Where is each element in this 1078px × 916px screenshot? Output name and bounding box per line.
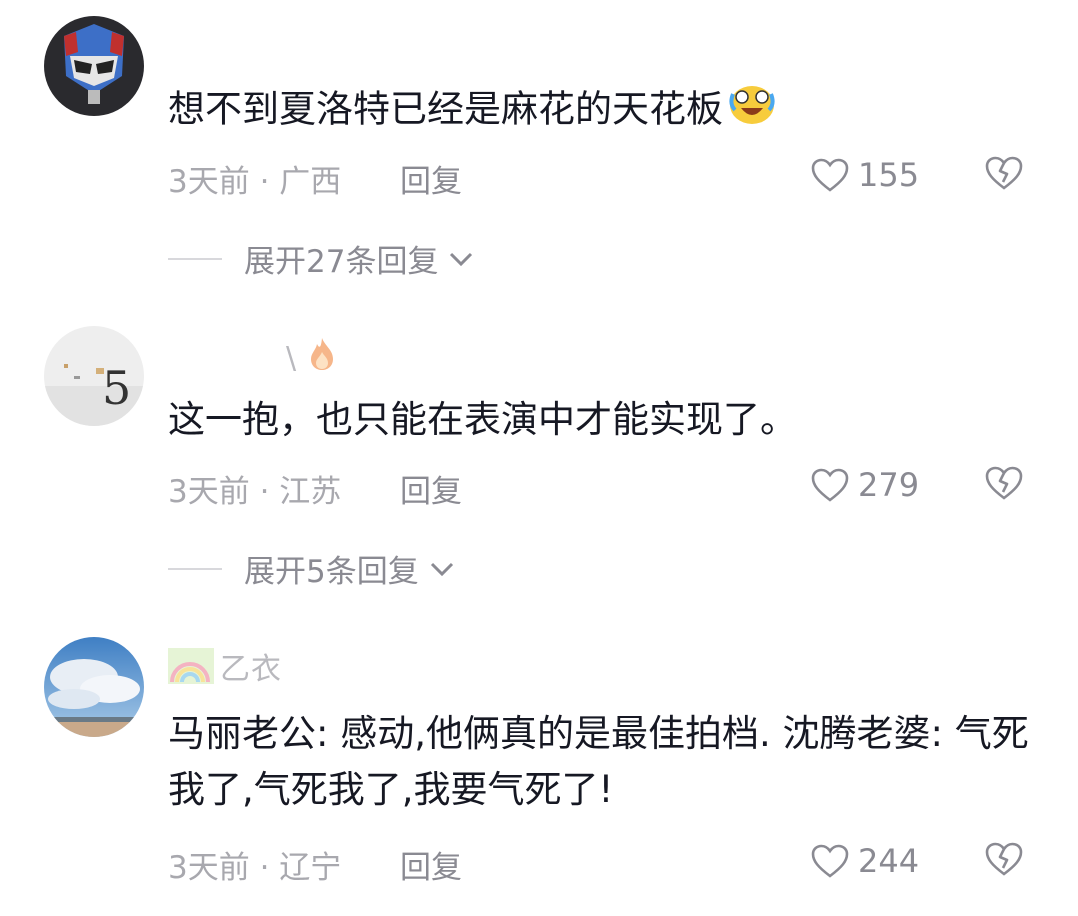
broken-heart-icon — [985, 156, 1023, 190]
heart-outline-icon — [811, 844, 849, 878]
broken-heart-icon — [985, 842, 1023, 876]
heart-outline-icon — [811, 158, 849, 192]
chevron-down-icon — [430, 562, 453, 576]
comment-text: 马丽老公: 感动,他俩真的是最佳拍档. 沈腾老婆: 气死我了,气死我了,我要气死… — [168, 712, 1029, 811]
username[interactable]: \ — [286, 336, 337, 380]
crying-laughing-emoji-icon — [727, 80, 777, 142]
fire-emoji-icon — [307, 336, 337, 380]
broken-heart-icon — [985, 466, 1023, 500]
user-avatar[interactable]: 5 — [44, 326, 144, 426]
like-button[interactable]: 279 — [810, 466, 919, 504]
like-count: 155 — [858, 156, 920, 194]
expand-replies-button[interactable]: 展开5条回复 — [168, 546, 455, 591]
username[interactable]: 乙衣 — [168, 644, 282, 688]
user-avatar[interactable] — [44, 637, 144, 737]
comment-meta: 3天前 · 辽宁 — [168, 850, 342, 886]
like-count: 244 — [858, 842, 920, 880]
divider-line — [168, 567, 222, 570]
heart-outline-icon — [811, 468, 849, 502]
reply-button[interactable]: 回复 — [400, 466, 462, 511]
expand-label: 展开5条回复 — [244, 554, 419, 590]
divider-line — [168, 257, 222, 260]
like-count: 279 — [858, 466, 920, 504]
dislike-button[interactable] — [984, 154, 1024, 192]
expand-label: 展开27条回复 — [244, 244, 439, 280]
dislike-button[interactable] — [984, 840, 1024, 878]
username-text: \ — [286, 340, 298, 376]
user-avatar[interactable] — [44, 16, 144, 116]
chevron-down-icon — [450, 252, 473, 266]
username-text: 乙衣 — [220, 652, 282, 687]
comment-meta: 3天前 · 江苏 — [168, 474, 342, 510]
expand-replies-button[interactable]: 展开27条回复 — [168, 236, 474, 281]
like-button[interactable]: 155 — [810, 156, 919, 194]
reply-button[interactable]: 回复 — [400, 156, 462, 201]
svg-text:5: 5 — [102, 361, 131, 415]
like-button[interactable]: 244 — [810, 842, 919, 880]
rainbow-badge-icon — [168, 648, 214, 684]
comment-text: 这一抱，也只能在表演中才能实现了。 — [168, 398, 797, 441]
comment-meta: 3天前 · 广西 — [168, 164, 342, 200]
comment-text: 想不到夏洛特已经是麻花的天花板 — [168, 80, 1038, 142]
dislike-button[interactable] — [984, 464, 1024, 502]
reply-button[interactable]: 回复 — [400, 842, 462, 887]
